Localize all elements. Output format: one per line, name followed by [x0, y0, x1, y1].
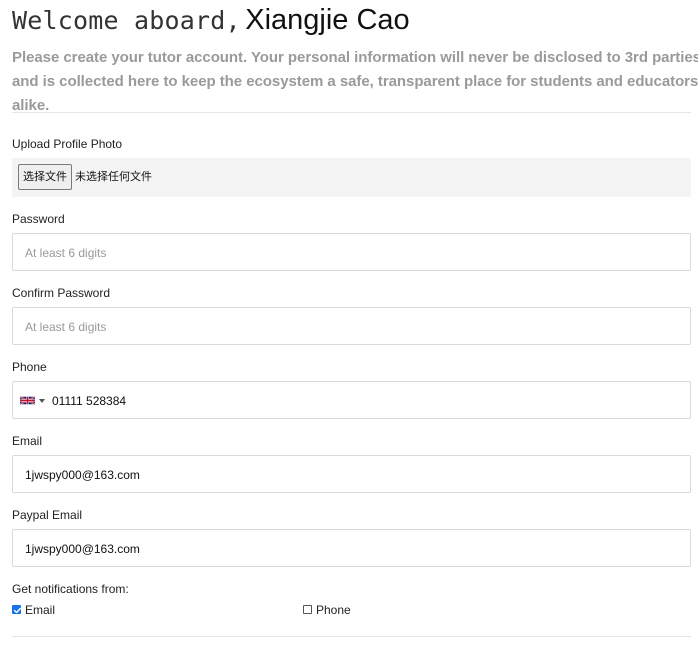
email-field[interactable]: 1jwspy000@163.com [12, 455, 691, 493]
choose-file-button[interactable]: 选择文件 [18, 164, 72, 190]
phone-notification-label[interactable]: Phone [316, 602, 351, 618]
file-status: 未选择任何文件 [75, 171, 152, 183]
email-notification-label[interactable]: Email [25, 602, 55, 618]
divider [12, 112, 691, 113]
confirm-password-label: Confirm Password [12, 286, 111, 300]
photo-label: Upload Profile Photo [12, 137, 123, 151]
paypal-email-label: Paypal Email [12, 508, 83, 522]
email-notification-checkbox[interactable] [12, 605, 22, 614]
user-name: Xiangjie Cao [245, 4, 410, 36]
intro-text: Please create your tutor account. Your p… [12, 49, 698, 114]
photo-upload-field: 选择文件 未选择任何文件 [12, 158, 691, 197]
phone-notification-checkbox[interactable] [303, 605, 312, 614]
password-field[interactable]: At least 6 digits [12, 233, 691, 271]
email-label: Email [12, 434, 43, 448]
phone-value: 01111 528384 [52, 394, 127, 408]
checkmark-icon [13, 607, 22, 614]
chevron-down-icon[interactable] [39, 399, 45, 403]
password-label: Password [12, 212, 65, 226]
phone-field[interactable]: 01111 528384 [12, 381, 691, 419]
email-value: 1jwspy000@163.com [25, 468, 140, 482]
confirm-password-field[interactable]: At least 6 digits [12, 307, 691, 345]
welcome-prefix: Welcome aboard, [12, 6, 241, 35]
notifications-label: Get notifications from: [12, 582, 129, 596]
divider [12, 636, 691, 637]
password-placeholder: At least 6 digits [25, 246, 107, 260]
uk-flag-icon[interactable] [20, 396, 35, 405]
paypal-email-value: 1jwspy000@163.com [25, 542, 140, 556]
page-title: Welcome aboard, Xiangjie Cao [12, 2, 410, 38]
phone-label: Phone [12, 360, 47, 374]
confirm-password-placeholder: At least 6 digits [25, 320, 107, 334]
paypal-email-field[interactable]: 1jwspy000@163.com [12, 529, 691, 567]
